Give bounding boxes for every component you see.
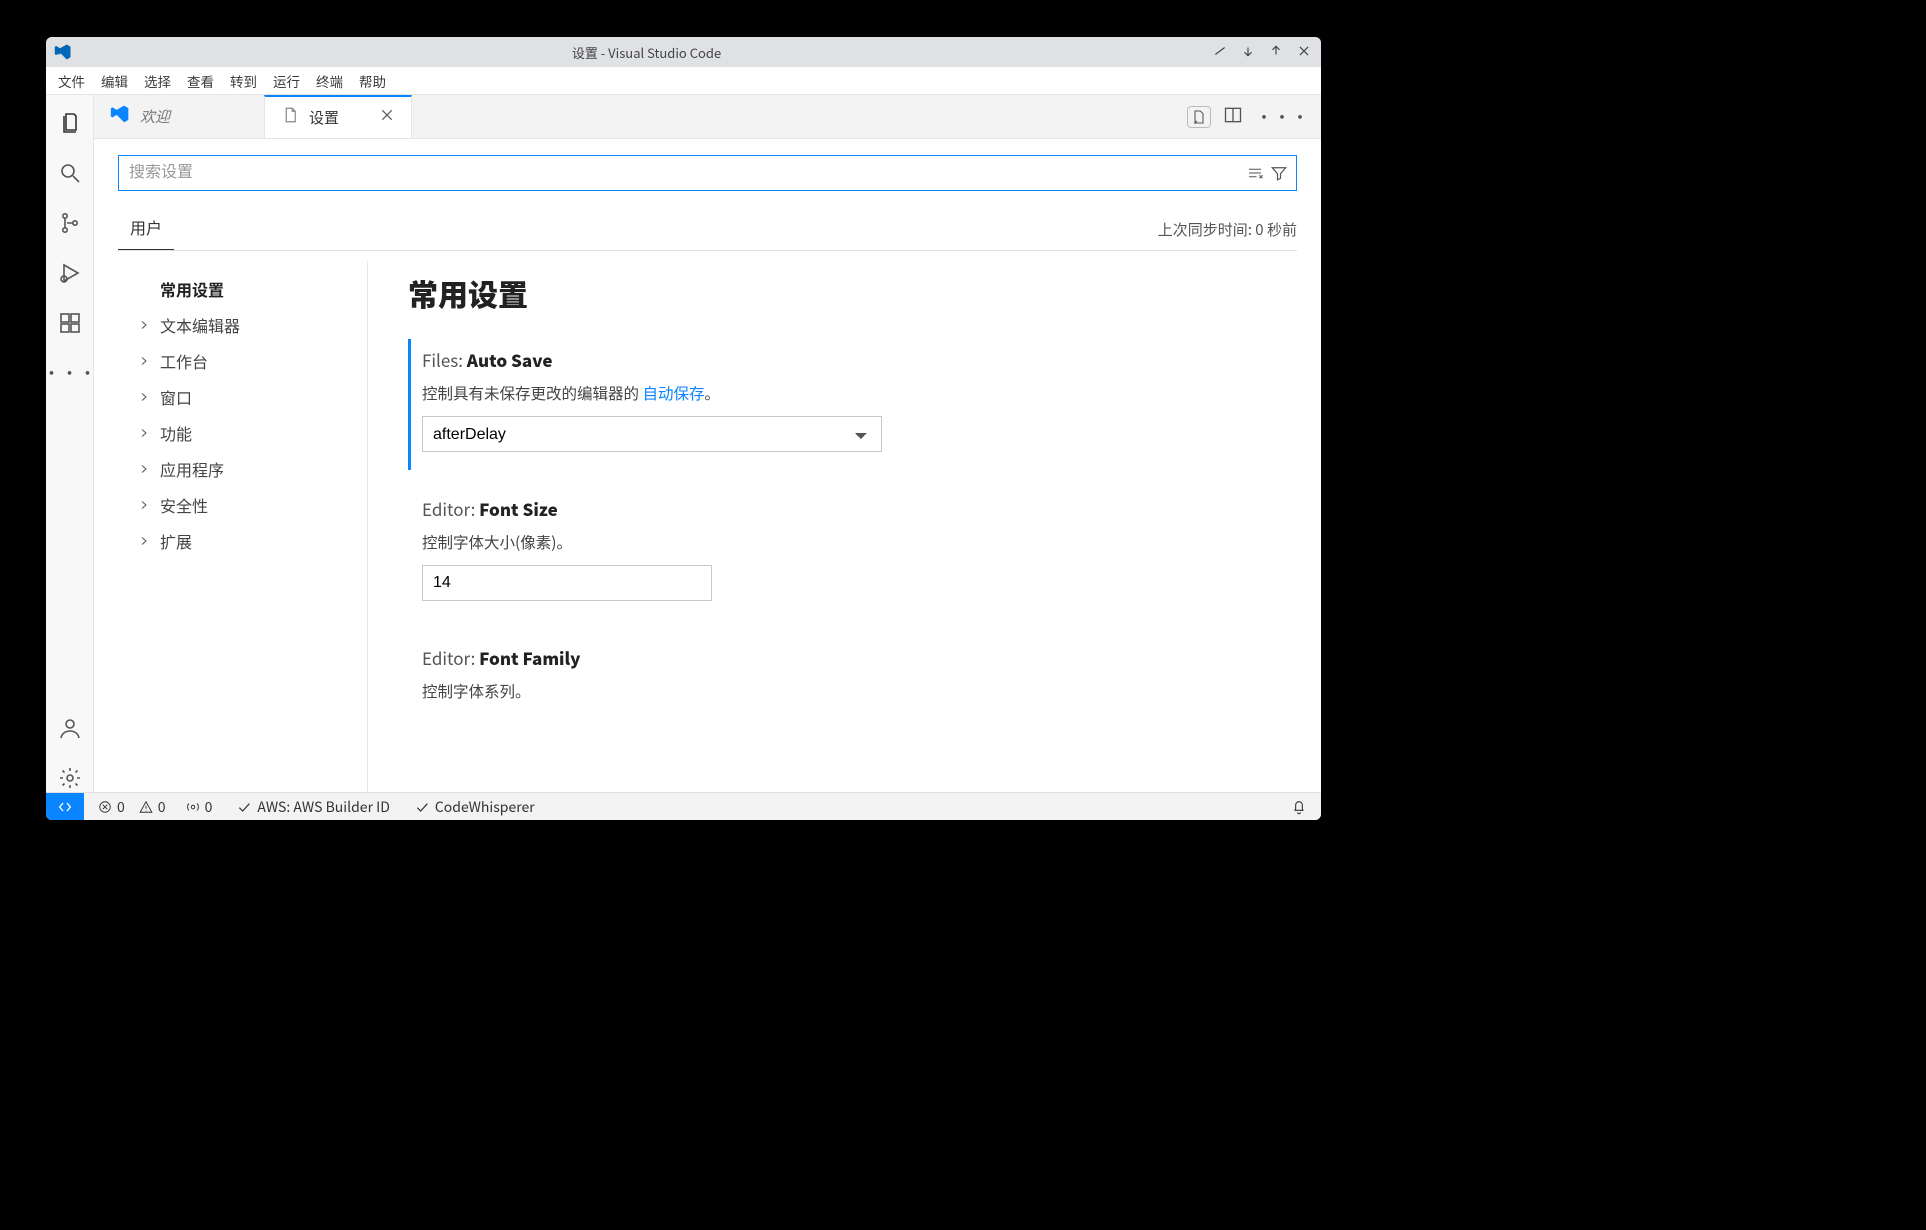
setting-desc-text: 控制字体大小(像素)。	[422, 531, 1277, 553]
menu-go[interactable]: 转到	[224, 69, 263, 93]
vscode-window: 设置 - Visual Studio Code 文件 编辑 选择 查看 转到 运…	[46, 37, 1321, 820]
setting-title-key: Font Family	[479, 645, 580, 670]
tree-item-label: 扩展	[160, 529, 192, 553]
open-changes-icon[interactable]	[1187, 106, 1211, 128]
tree-item-label: 工作台	[160, 349, 208, 373]
settings-tree: 常用设置 文本编辑器 工作台 窗口	[118, 261, 368, 792]
menu-terminal[interactable]: 终端	[310, 69, 349, 93]
menu-view[interactable]: 查看	[181, 69, 220, 93]
statusbar-errors[interactable]: 0	[98, 797, 125, 817]
tree-item-security[interactable]: 安全性	[138, 487, 367, 523]
setting-desc-link[interactable]: 自动保存	[642, 382, 704, 404]
titlebar: 设置 - Visual Studio Code	[46, 37, 1321, 67]
filter-icon[interactable]	[1270, 164, 1288, 182]
statusbar-warnings[interactable]: 0	[139, 797, 166, 817]
tab-welcome[interactable]: 欢迎	[94, 95, 264, 138]
setting-desc-text: 控制字体系列。	[422, 680, 1277, 702]
setting-editor-fontfamily: Editor: Font Family 控制字体系列。	[408, 637, 1277, 732]
statusbar-codewhisperer[interactable]: CodeWhisperer	[414, 797, 535, 817]
settings-page-heading: 常用设置	[408, 271, 1277, 315]
activity-scm-icon[interactable]	[56, 209, 84, 237]
settings-search-input[interactable]	[129, 164, 1240, 182]
window-title: 设置 - Visual Studio Code	[82, 43, 1211, 62]
tree-item-features[interactable]: 功能	[138, 415, 367, 451]
tree-item-window[interactable]: 窗口	[138, 379, 367, 415]
tab-settings[interactable]: 设置	[264, 95, 412, 138]
editor-tabs: 欢迎 设置	[94, 95, 1321, 139]
activity-search-icon[interactable]	[56, 159, 84, 187]
activity-extensions-icon[interactable]	[56, 309, 84, 337]
setting-files-autosave: Files: Auto Save 控制具有未保存更改的编辑器的 自动保存。 af…	[408, 339, 1277, 470]
statusbar-errors-count: 0	[117, 797, 125, 817]
window-minimize-icon[interactable]	[1211, 43, 1229, 62]
settings-search[interactable]	[118, 155, 1297, 191]
activity-debug-icon[interactable]	[56, 259, 84, 287]
setting-title-prefix: Editor:	[422, 645, 479, 670]
setting-title-key: Font Size	[479, 496, 558, 521]
activity-explorer-icon[interactable]	[56, 109, 84, 137]
menu-selection[interactable]: 选择	[138, 69, 177, 93]
statusbar-warnings-count: 0	[158, 797, 166, 817]
activity-accounts-icon[interactable]	[56, 714, 84, 742]
window-lower-icon[interactable]	[1239, 43, 1257, 62]
window-close-icon[interactable]	[1295, 43, 1313, 62]
statusbar-aws-label: AWS: AWS Builder ID	[257, 797, 390, 817]
menubar: 文件 编辑 选择 查看 转到 运行 终端 帮助	[46, 67, 1321, 95]
tree-item-workbench[interactable]: 工作台	[138, 343, 367, 379]
statusbar-remote-icon[interactable]	[46, 793, 84, 820]
setting-title-prefix: Editor:	[422, 496, 479, 521]
vscode-logo-icon	[54, 43, 72, 61]
statusbar-cw-label: CodeWhisperer	[435, 797, 535, 817]
menu-file[interactable]: 文件	[52, 69, 91, 93]
menu-edit[interactable]: 编辑	[95, 69, 134, 93]
tree-item-text-editor[interactable]: 文本编辑器	[138, 307, 367, 343]
activity-settings-icon[interactable]	[56, 764, 84, 792]
statusbar-aws[interactable]: AWS: AWS Builder ID	[236, 797, 390, 817]
statusbar-ports-count: 0	[205, 797, 213, 817]
window-maximize-icon[interactable]	[1267, 43, 1285, 62]
setting-desc-suffix: 。	[705, 382, 721, 404]
tree-item-label: 常用设置	[160, 277, 224, 301]
tree-item-application[interactable]: 应用程序	[138, 451, 367, 487]
statusbar: 0 0 0 AWS: AWS Builder ID CodeWhisperer	[46, 792, 1321, 820]
activity-more-icon[interactable]: ···	[56, 359, 84, 387]
vscode-logo-icon	[110, 104, 130, 129]
setting-editor-fontsize: Editor: Font Size 控制字体大小(像素)。	[408, 488, 1277, 619]
settings-scope-user[interactable]: 用户	[118, 207, 174, 250]
setting-title-prefix: Files:	[422, 347, 467, 372]
menu-run[interactable]: 运行	[267, 69, 306, 93]
split-editor-icon[interactable]	[1223, 105, 1243, 129]
setting-autosave-select[interactable]: afterDelay	[422, 416, 882, 452]
menu-help[interactable]: 帮助	[353, 69, 392, 93]
tree-item-extensions[interactable]: 扩展	[138, 523, 367, 559]
tree-item-label: 文本编辑器	[160, 313, 240, 337]
tree-item-common[interactable]: 常用设置	[138, 271, 367, 307]
activity-bar: ···	[46, 95, 94, 792]
statusbar-ports[interactable]: 0	[186, 797, 213, 817]
tree-item-label: 安全性	[160, 493, 208, 517]
tree-item-label: 应用程序	[160, 457, 224, 481]
settings-list: 常用设置 Files: Auto Save 控制具有未保存更改的编辑器的 自动保…	[368, 261, 1297, 792]
tree-item-label: 功能	[160, 421, 192, 445]
setting-fontsize-input[interactable]	[422, 565, 712, 601]
tab-more-icon[interactable]: ···	[1255, 104, 1309, 130]
clear-filter-icon[interactable]	[1246, 164, 1264, 182]
tab-close-icon[interactable]	[379, 107, 395, 128]
tab-welcome-label: 欢迎	[140, 106, 170, 127]
settings-sync-status: 上次同步时间: 0 秒前	[1158, 219, 1297, 250]
setting-desc-text: 控制具有未保存更改的编辑器的	[422, 382, 642, 404]
statusbar-bell-icon[interactable]	[1291, 799, 1307, 815]
setting-title-key: Auto Save	[467, 347, 553, 372]
file-icon	[281, 106, 299, 129]
tab-settings-label: 设置	[309, 107, 339, 128]
tree-item-label: 窗口	[160, 385, 192, 409]
